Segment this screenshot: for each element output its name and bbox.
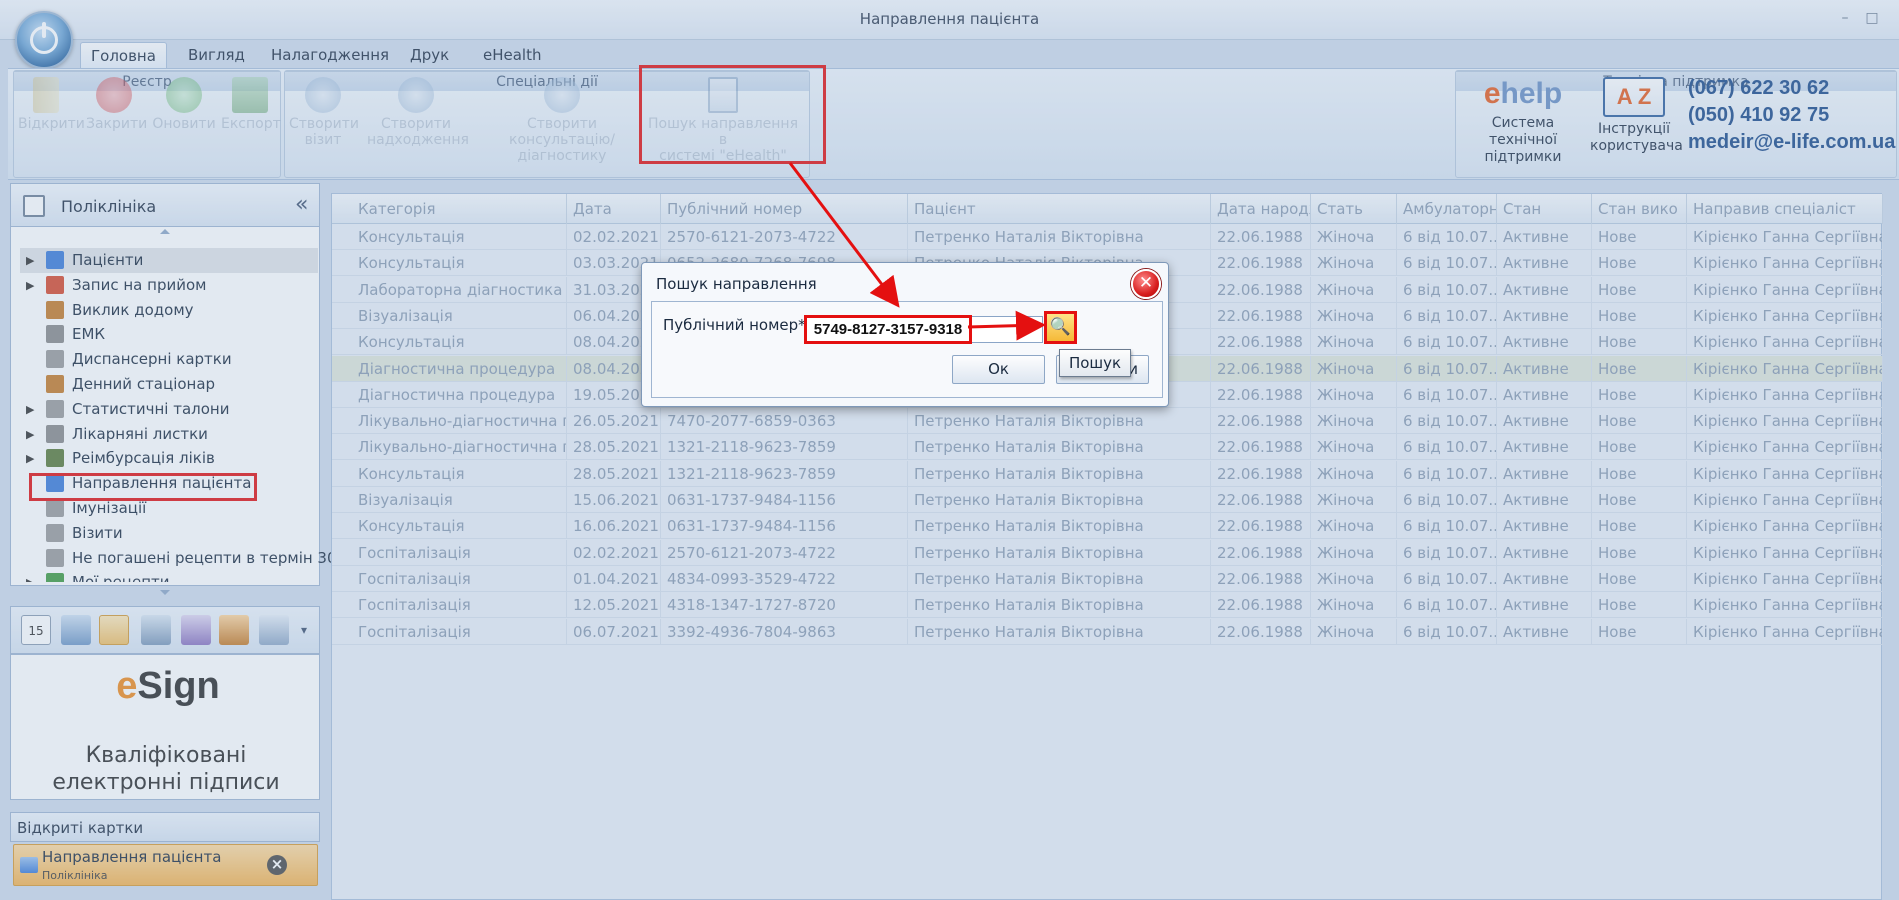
annotation-arrows	[788, 162, 1046, 341]
arrow-to-search	[967, 310, 1046, 341]
arrow-to-input	[788, 162, 900, 308]
